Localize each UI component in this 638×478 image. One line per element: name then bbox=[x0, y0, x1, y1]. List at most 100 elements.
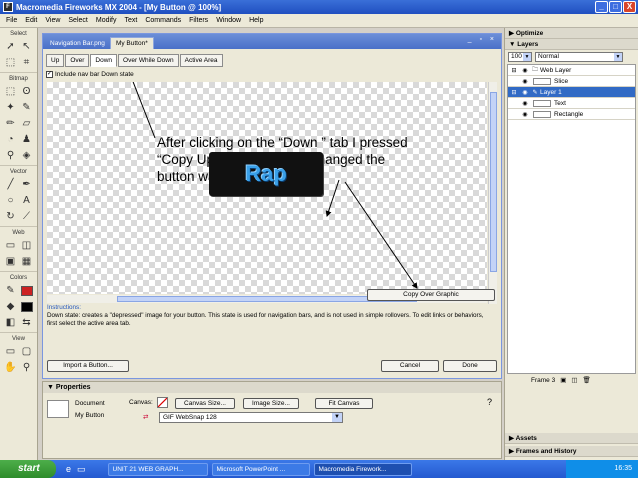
text-tool-icon[interactable]: A bbox=[20, 194, 34, 208]
canvas-size-button[interactable]: Canvas Size... bbox=[175, 398, 235, 409]
line-tool-icon[interactable]: ╱ bbox=[4, 178, 18, 192]
eraser-tool-icon[interactable]: ▱ bbox=[20, 117, 34, 131]
document-window-controls[interactable]: _ ▫ × bbox=[468, 36, 497, 43]
menu-view[interactable]: View bbox=[41, 17, 64, 24]
export-format-select[interactable]: GIF WebSnap 128 ▼ bbox=[159, 412, 343, 423]
default-colors-icon[interactable]: ◧ bbox=[4, 316, 18, 330]
eye-icon[interactable]: ◉ bbox=[520, 111, 530, 118]
menu-window[interactable]: Window bbox=[212, 17, 245, 24]
menu-help[interactable]: Help bbox=[245, 17, 267, 24]
tab-my-button[interactable]: My Button* bbox=[109, 37, 154, 49]
full-screen-icon[interactable]: ▢ bbox=[20, 345, 34, 359]
rap-button-graphic[interactable]: Rap bbox=[209, 152, 323, 196]
delete-layer-icon[interactable]: 🗑 bbox=[583, 376, 591, 384]
menu-filters[interactable]: Filters bbox=[185, 17, 212, 24]
state-tab-down[interactable]: Down bbox=[90, 54, 118, 67]
fill-color-swatch[interactable] bbox=[20, 300, 34, 314]
task-powerpoint[interactable]: Microsoft PowerPoint ... bbox=[211, 462, 310, 476]
task-fireworks[interactable]: Macromedia Firework... bbox=[313, 462, 412, 476]
pointer-tool-icon[interactable]: ➚ bbox=[4, 40, 18, 54]
state-tab-over-while-down[interactable]: Over While Down bbox=[118, 54, 179, 67]
swap-colors-icon[interactable]: ⇆ bbox=[20, 316, 34, 330]
canvas-vertical-scrollbar[interactable] bbox=[488, 82, 497, 304]
desktop-quicklaunch-icon[interactable]: ▭ bbox=[77, 464, 86, 475]
menu-text[interactable]: Text bbox=[120, 17, 141, 24]
rubber-stamp-icon[interactable]: ♟ bbox=[20, 133, 34, 147]
fill-color-icon[interactable]: ◆ bbox=[4, 300, 18, 314]
doc-name: My Button bbox=[75, 412, 105, 419]
knife-tool-icon[interactable]: ⟋ bbox=[20, 210, 34, 224]
lasso-tool-icon[interactable]: ʘ bbox=[20, 85, 34, 99]
subselect-tool-icon[interactable]: ↖ bbox=[20, 40, 34, 54]
frames-history-panel-header[interactable]: ▶ Frames and History bbox=[505, 446, 638, 457]
eyedropper-icon[interactable]: ⚲ bbox=[4, 149, 18, 163]
menu-edit[interactable]: Edit bbox=[21, 17, 41, 24]
hotspot-tool-icon[interactable]: ▭ bbox=[4, 239, 18, 253]
eye-icon[interactable]: ◉ bbox=[520, 67, 530, 74]
state-tab-active-area[interactable]: Active Area bbox=[179, 54, 223, 67]
brush-tool-icon[interactable]: ✎ bbox=[20, 101, 34, 115]
zoom-tool-icon[interactable]: ⚲ bbox=[20, 361, 34, 375]
eye-icon[interactable]: ◉ bbox=[520, 100, 530, 107]
layer-row[interactable]: ⊟ ◉ 🗀 Web Layer bbox=[508, 65, 635, 76]
import-button[interactable]: Import a Button... bbox=[47, 360, 129, 372]
expand-icon[interactable]: ⊟ bbox=[508, 67, 520, 74]
restore-button[interactable]: □ bbox=[609, 1, 622, 13]
done-button[interactable]: Done bbox=[443, 360, 497, 372]
blend-mode-select[interactable]: Normal ▼ bbox=[535, 52, 623, 62]
instructions-body: Down state: creates a "depressed" image … bbox=[47, 312, 484, 327]
tab-navigation-bar[interactable]: Navigation Bar.png bbox=[45, 38, 110, 49]
stroke-color-swatch[interactable] bbox=[20, 284, 34, 298]
task-unit21[interactable]: UNIT 21 WEB GRAPH... bbox=[107, 462, 208, 476]
crop-tool-icon[interactable]: ⌗ bbox=[20, 56, 34, 70]
start-button[interactable]: start bbox=[0, 460, 56, 478]
marquee-tool-icon[interactable]: ⬚ bbox=[4, 85, 18, 99]
new-bitmap-icon[interactable]: ◫ bbox=[571, 376, 577, 384]
paint-bucket-icon[interactable]: ◈ bbox=[20, 149, 34, 163]
minimize-button[interactable]: _ bbox=[595, 1, 608, 13]
optimize-panel-header[interactable]: ▶ Optimize bbox=[505, 28, 638, 39]
cancel-button[interactable]: Cancel bbox=[381, 360, 439, 372]
include-nav-checkbox[interactable]: ✓ bbox=[46, 71, 53, 78]
ie-quicklaunch-icon[interactable]: e bbox=[66, 464, 71, 474]
stroke-color-icon[interactable]: ✎ bbox=[4, 284, 18, 298]
layer-row[interactable]: ◉ Text bbox=[508, 98, 635, 109]
tools-panel: Select ➚ ↖ ⬚ ⌗ Bitmap ⬚ ʘ ✦ ✎ ✏ ▱ ◔ ♟ ⚲ … bbox=[0, 28, 38, 460]
ellipse-tool-icon[interactable]: ○ bbox=[4, 194, 18, 208]
layer-row-selected[interactable]: ⊟ ◉ ✎ Layer 1 bbox=[508, 87, 635, 98]
close-button[interactable]: X bbox=[623, 1, 636, 13]
slice-tool-icon[interactable]: ◫ bbox=[20, 239, 34, 253]
layers-panel-header[interactable]: ▼ Layers bbox=[505, 39, 638, 50]
opacity-field[interactable]: 100 ▼ bbox=[508, 52, 532, 62]
pencil-tool-icon[interactable]: ✏ bbox=[4, 117, 18, 131]
freeform-tool-icon[interactable]: ↻ bbox=[4, 210, 18, 224]
standard-screen-icon[interactable]: ▭ bbox=[4, 345, 18, 359]
state-tab-over[interactable]: Over bbox=[65, 54, 90, 67]
expand-icon[interactable]: ⊟ bbox=[508, 89, 520, 96]
new-layer-icon[interactable]: ▣ bbox=[560, 376, 566, 384]
properties-header[interactable]: ▼ Properties bbox=[43, 382, 501, 393]
blur-tool-icon[interactable]: ◔ bbox=[4, 133, 18, 147]
image-size-button[interactable]: Image Size... bbox=[243, 398, 299, 409]
show-slices-icon[interactable]: ▦ bbox=[20, 255, 34, 269]
button-canvas[interactable]: After clicking on the “Down ” tab I pres… bbox=[47, 82, 487, 294]
canvas-color-swatch[interactable] bbox=[157, 397, 168, 408]
assets-panel-header[interactable]: ▶ Assets bbox=[505, 433, 638, 444]
menu-select[interactable]: Select bbox=[64, 17, 91, 24]
hide-slices-icon[interactable]: ▣ bbox=[4, 255, 18, 269]
menu-file[interactable]: File bbox=[2, 17, 21, 24]
menu-commands[interactable]: Commands bbox=[141, 17, 185, 24]
hand-tool-icon[interactable]: ✋ bbox=[4, 361, 18, 375]
eye-icon[interactable]: ◉ bbox=[520, 78, 530, 85]
state-tab-up[interactable]: Up bbox=[46, 54, 65, 67]
layer-row[interactable]: ◉ Slice bbox=[508, 76, 635, 87]
fit-canvas-button[interactable]: Fit Canvas bbox=[315, 398, 373, 409]
pen-tool-icon[interactable]: ✒ bbox=[20, 178, 34, 192]
layer-row[interactable]: ◉ Rectangle bbox=[508, 109, 635, 120]
help-icon[interactable]: ? bbox=[487, 397, 492, 407]
eye-icon[interactable]: ◉ bbox=[520, 89, 530, 96]
scale-tool-icon[interactable]: ⬚ bbox=[4, 56, 18, 70]
copy-over-graphic-button[interactable]: Copy Over Graphic bbox=[367, 289, 495, 301]
menu-modify[interactable]: Modify bbox=[92, 17, 121, 24]
magic-wand-icon[interactable]: ✦ bbox=[4, 101, 18, 115]
